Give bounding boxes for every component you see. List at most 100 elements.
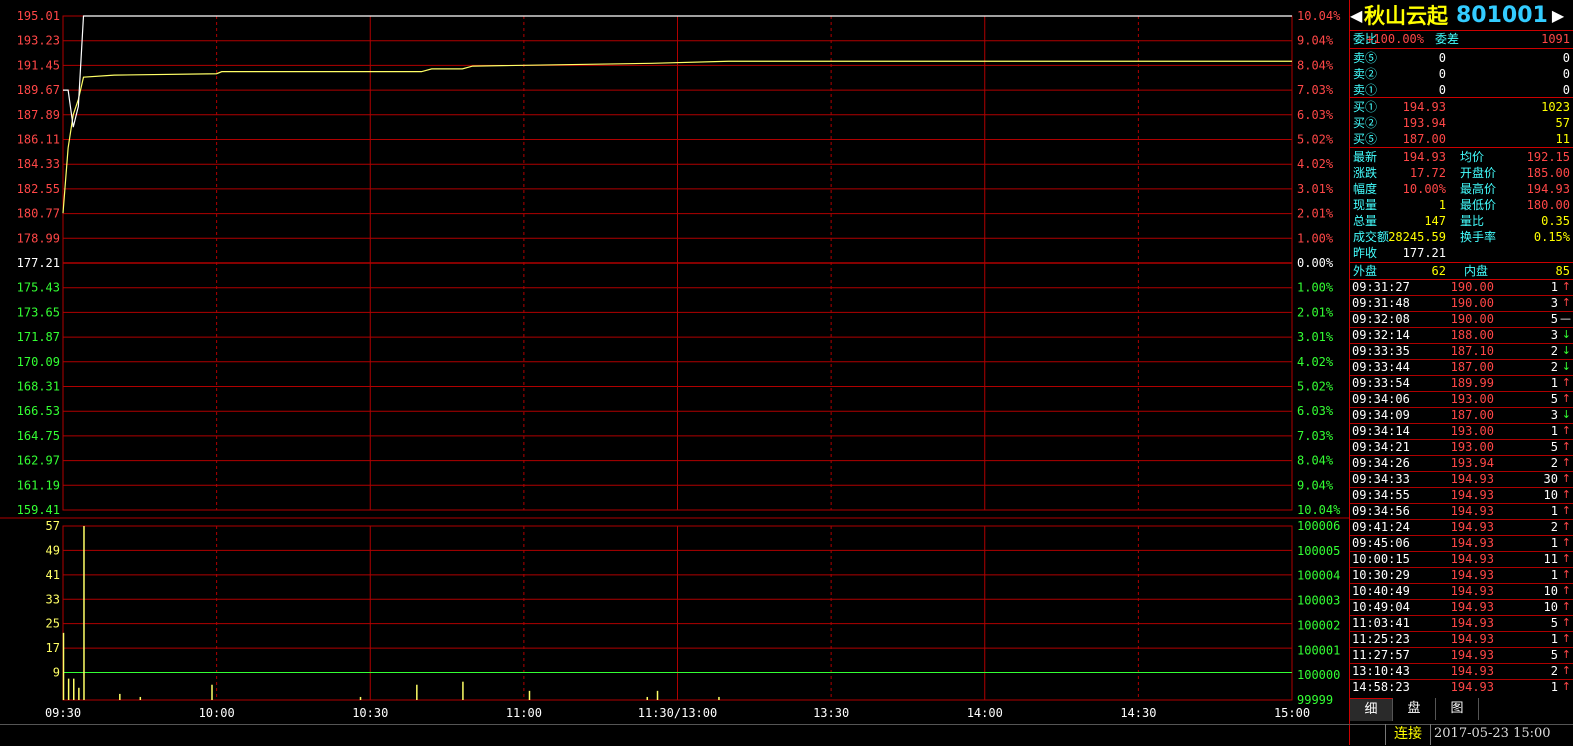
tick-row[interactable]: 10:30:29 194.93 1 ↑: [1350, 567, 1572, 583]
tick-row[interactable]: 09:33:44 187.00 2 ↓: [1350, 359, 1572, 375]
sell-level-label: 卖⑤: [1353, 51, 1378, 65]
weicha-label: 委差: [1435, 32, 1460, 46]
sell-level-volume: 0: [1562, 83, 1570, 97]
tick-row[interactable]: 10:00:15 194.93 11 ↑: [1350, 551, 1572, 567]
pct-axis-label: 9.04%: [1297, 478, 1334, 492]
stat-value: 17.72: [1409, 166, 1446, 180]
tick-direction-icon: ↑: [1561, 568, 1571, 581]
tick-volume: 2: [1550, 360, 1558, 374]
tick-row[interactable]: 11:25:23 194.93 1 ↑: [1350, 631, 1572, 647]
pct-axis-label: 2.01%: [1297, 207, 1334, 221]
panel-divider: [1350, 97, 1573, 98]
tick-row[interactable]: 13:10:43 194.93 2 ↑: [1350, 663, 1572, 679]
stat-label: 总量: [1353, 214, 1378, 228]
tick-row[interactable]: 09:45:06 194.93 1 ↑: [1350, 535, 1572, 551]
sell-level-price: 0: [1438, 51, 1446, 65]
volume-axis-label: 9: [53, 666, 60, 680]
tab-detail[interactable]: 细: [1350, 698, 1393, 721]
tick-row[interactable]: 09:33:54 189.99 1 ↑: [1350, 375, 1572, 391]
tick-direction-icon: ↑: [1561, 584, 1571, 597]
tick-price: 190.00: [1450, 280, 1494, 294]
stat-value: 28245.59: [1388, 230, 1446, 244]
volume-axis-label: 33: [46, 592, 60, 606]
pct-axis-label: 1.00%: [1297, 281, 1334, 295]
price-axis-label: 180.77: [17, 207, 60, 221]
tick-row[interactable]: 09:32:08 190.00 5—: [1350, 311, 1572, 327]
outer-inner-row: 外盘 62 内盘 85: [1350, 263, 1572, 279]
tick-row[interactable]: 09:34:26 193.94 2 ↑: [1350, 455, 1572, 471]
tick-row[interactable]: 14:58:23 194.93 1 ↑: [1350, 679, 1572, 695]
tick-direction-icon: ↑: [1561, 296, 1571, 309]
tick-row[interactable]: 09:41:24 194.93 2 ↑: [1350, 519, 1572, 535]
buy-level-volume: 57: [1555, 116, 1570, 130]
tick-row[interactable]: 11:03:41 194.93 5 ↑: [1350, 615, 1572, 631]
tick-direction-icon: ↓: [1561, 360, 1571, 373]
price-axis-label: 173.65: [17, 305, 60, 319]
tick-row[interactable]: 09:31:27 190.00 1 ↑: [1350, 279, 1572, 295]
tick-time: 09:34:56: [1352, 504, 1410, 518]
tick-row[interactable]: 09:34:06 193.00 5 ↑: [1350, 391, 1572, 407]
stat-row: 总量 147 量比 0.35: [1350, 213, 1572, 229]
tick-row[interactable]: 09:33:35 187.10 2 ↓: [1350, 343, 1572, 359]
tick-row[interactable]: 09:34:33 194.93 30 ↑: [1350, 471, 1572, 487]
tick-time: 09:31:27: [1352, 280, 1410, 294]
prevclose-row: 昨收 177.21: [1350, 245, 1572, 261]
tick-time: 14:58:23: [1352, 680, 1410, 694]
tick-row[interactable]: 09:34:14 193.00 1 ↑: [1350, 423, 1572, 439]
tick-row[interactable]: 09:34:56 194.93 1 ↑: [1350, 503, 1572, 519]
tick-direction-icon: ↑: [1561, 520, 1571, 533]
tick-price: 194.93: [1450, 520, 1494, 534]
price-axis-label: 186.11: [17, 133, 60, 147]
tick-time: 11:03:41: [1352, 616, 1410, 630]
stat-label: 最新: [1353, 150, 1378, 164]
stock-code: 801001: [1456, 2, 1548, 28]
tick-volume: 1: [1550, 568, 1558, 582]
sell-level-row: 卖② 0 0: [1350, 66, 1572, 82]
buy-level-volume: 11: [1555, 132, 1570, 146]
pct-axis-label: 3.01%: [1297, 182, 1334, 196]
price-axis-label: 191.45: [17, 58, 60, 72]
buy-level-volume: 1023: [1541, 100, 1570, 114]
tick-row[interactable]: 11:27:57 194.93 5 ↑: [1350, 647, 1572, 663]
next-stock-arrow-icon[interactable]: ▶: [1552, 6, 1564, 25]
tick-volume: 1: [1550, 504, 1558, 518]
tick-direction-icon: ↓: [1561, 344, 1571, 357]
tick-volume: 10: [1543, 584, 1558, 598]
intraday-chart[interactable]: 195.01 10.04% 193.23 9.04% 191.45 8.04% 189.67…: [0, 0, 1349, 724]
tick-row[interactable]: 09:32:14 188.00 3 ↓: [1350, 327, 1572, 343]
tick-row[interactable]: 09:34:21 193.00 5 ↑: [1350, 439, 1572, 455]
tick-volume: 5: [1550, 392, 1558, 406]
stat-value: 194.93: [1402, 150, 1446, 164]
sell-level-price: 0: [1438, 67, 1446, 81]
tab-order-book[interactable]: 盘: [1393, 698, 1436, 720]
inner-value: 85: [1555, 264, 1570, 278]
tick-price: 193.00: [1450, 392, 1494, 406]
panel-tabs: 细 盘 图: [1350, 698, 1479, 721]
stat-label: 最高价: [1460, 182, 1497, 196]
tick-direction-icon: ↑: [1561, 376, 1571, 389]
tick-row[interactable]: 09:34:09 187.00 3 ↓: [1350, 407, 1572, 423]
price-axis-label: 168.31: [17, 380, 60, 394]
tick-volume: 1: [1550, 680, 1558, 694]
stat-value: 10.00%: [1402, 182, 1446, 196]
connection-status[interactable]: 连接: [1385, 724, 1431, 745]
price-axis-label: 178.99: [17, 231, 60, 245]
prevclose-value: 177.21: [1402, 246, 1446, 260]
tab-chart[interactable]: 图: [1436, 698, 1479, 720]
pct-axis-label: 3.01%: [1297, 330, 1334, 344]
sell-level-label: 卖①: [1353, 83, 1378, 97]
tick-row[interactable]: 09:31:48 190.00 3 ↑: [1350, 295, 1572, 311]
prev-stock-arrow-icon[interactable]: ◀: [1350, 6, 1362, 25]
buy-level-price: 193.94: [1402, 116, 1446, 130]
tick-time: 09:34:33: [1352, 472, 1410, 486]
tick-row[interactable]: 10:49:04 194.93 10 ↑: [1350, 599, 1572, 615]
tick-time: 09:34:55: [1352, 488, 1410, 502]
pct-axis-label: 8.04%: [1297, 454, 1334, 468]
tick-row[interactable]: 09:34:55 194.93 10 ↑: [1350, 487, 1572, 503]
tick-time: 09:33:35: [1352, 344, 1410, 358]
tick-volume: 2: [1550, 664, 1558, 678]
stat-label: 涨跌: [1353, 166, 1378, 180]
volume-ratio-label: 100000: [1297, 668, 1340, 682]
tick-row[interactable]: 10:40:49 194.93 10 ↑: [1350, 583, 1572, 599]
time-axis-label: 10:00: [199, 706, 235, 720]
